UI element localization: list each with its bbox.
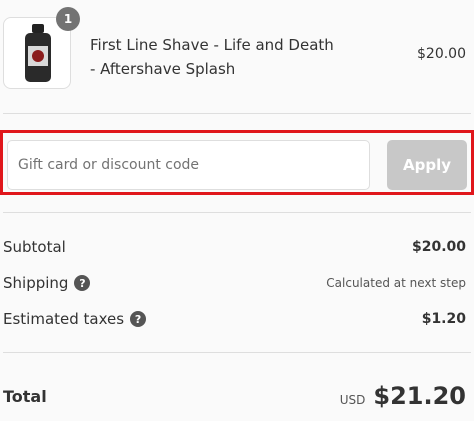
- subtotal-value: $20.00: [411, 239, 466, 255]
- taxes-value: $1.20: [421, 311, 466, 327]
- shipping-value: Calculated at next step: [326, 276, 466, 290]
- total-row: Total USD $21.20: [3, 382, 466, 410]
- divider: [3, 113, 471, 114]
- taxes-row: Estimated taxes ? $1.20: [3, 310, 466, 328]
- aftershave-bottle-icon: [25, 24, 51, 82]
- taxes-label: Estimated taxes: [3, 310, 125, 328]
- total-amount: $21.20: [373, 382, 466, 410]
- currency-code: USD: [339, 393, 366, 407]
- taxes-help-icon[interactable]: ?: [130, 311, 147, 327]
- discount-code-section: Apply: [0, 130, 474, 195]
- subtotal-label: Subtotal: [3, 238, 66, 256]
- quantity-badge: 1: [56, 7, 80, 31]
- shipping-help-icon[interactable]: ?: [74, 275, 91, 291]
- divider: [3, 352, 471, 353]
- total-label: Total: [3, 386, 47, 406]
- product-price: $20.00: [417, 46, 466, 62]
- discount-code-input[interactable]: [7, 140, 370, 190]
- subtotal-row: Subtotal $20.00: [3, 238, 466, 256]
- product-name: First Line Shave - Life and Death - Afte…: [90, 36, 334, 78]
- divider: [3, 212, 471, 213]
- shipping-label: Shipping: [3, 274, 69, 292]
- apply-button[interactable]: Apply: [387, 140, 467, 190]
- shipping-row: Shipping ? Calculated at next step: [3, 274, 466, 292]
